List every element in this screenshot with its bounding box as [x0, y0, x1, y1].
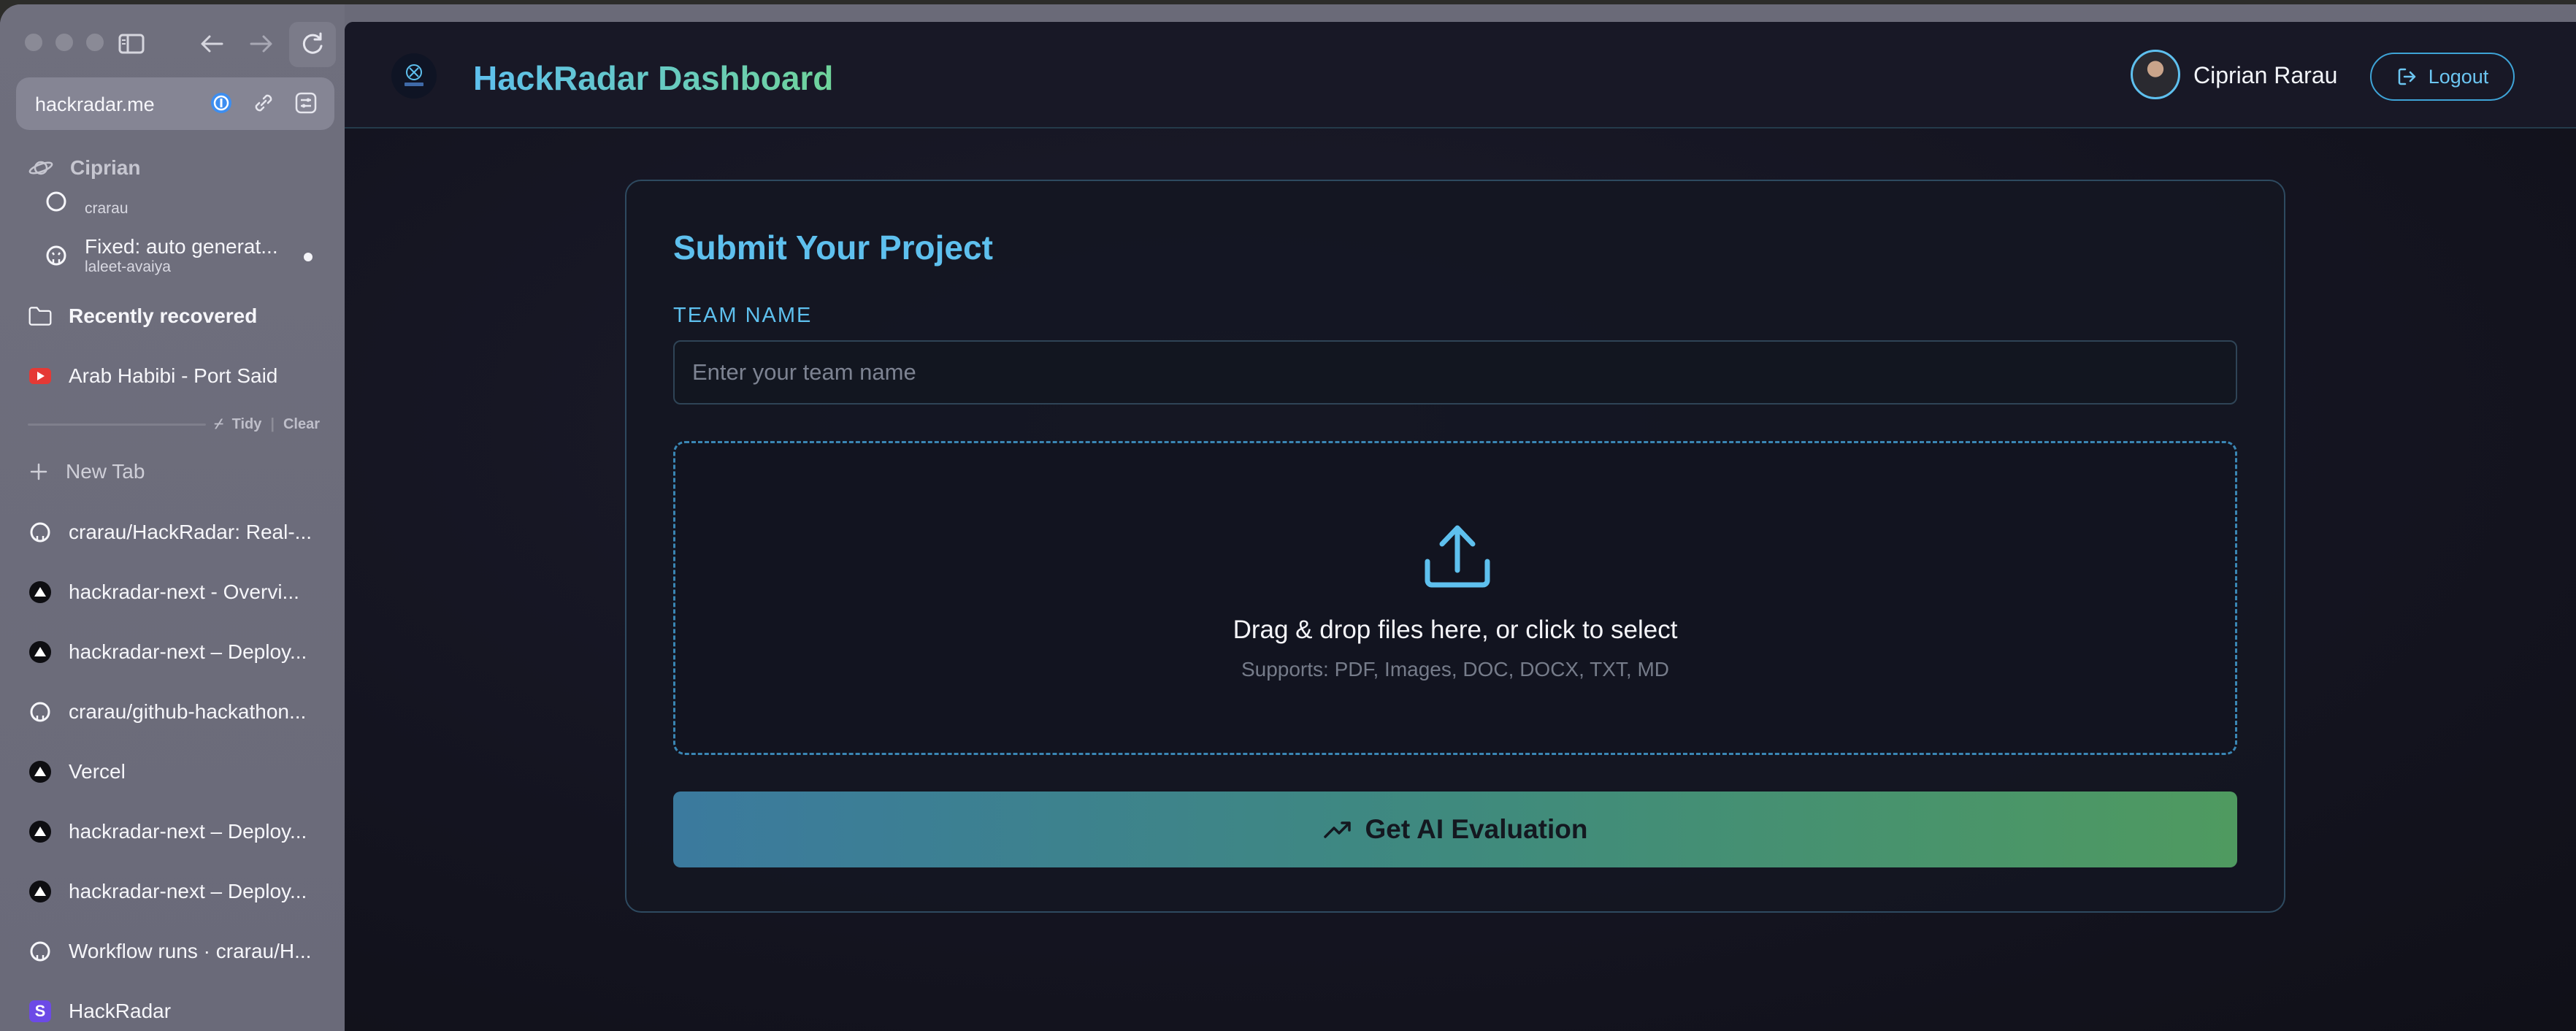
reload-button[interactable]	[289, 22, 336, 67]
vercel-icon	[29, 821, 51, 843]
dropzone-title: Drag & drop files here, or click to sele…	[1233, 616, 1678, 644]
sidebar-tab-title: Fixed: auto generat...	[85, 235, 278, 258]
sidebar-tab[interactable]: S HackRadar	[28, 999, 171, 1024]
logout-label: Logout	[2428, 65, 2489, 88]
back-arrow-icon[interactable]	[199, 34, 225, 54]
sidebar-tab[interactable]: hackradar-next – Deploy...	[28, 640, 307, 664]
planet-icon	[28, 161, 53, 175]
github-icon	[28, 700, 53, 724]
sidebar-tab-title: crarau/HackRadar: Real-...	[69, 521, 313, 543]
logout-button[interactable]: Logout	[2370, 53, 2515, 101]
github-icon	[44, 243, 69, 268]
sidebar-tab[interactable]: Fixed: auto generat... laleet-avaiya	[28, 235, 278, 276]
github-icon	[44, 189, 69, 214]
sidebar-tab-title: hackradar-next - Overvi...	[69, 580, 299, 603]
address-bar-url[interactable]: hackradar.me	[35, 93, 155, 116]
sidebar-tab[interactable]: hackradar-next – Deploy...	[28, 819, 307, 844]
unread-indicator	[304, 253, 313, 261]
space-name: Ciprian	[70, 156, 141, 179]
reload-icon	[302, 32, 323, 54]
tidy-button[interactable]: Tidy	[232, 416, 262, 433]
upload-icon	[1425, 525, 1490, 588]
sidebar-tab-title: Arab Habibi - Port Said	[69, 364, 278, 387]
trending-up-icon	[1323, 821, 1351, 838]
vercel-icon	[29, 581, 51, 603]
maximize-window-button[interactable]	[86, 34, 104, 51]
new-tab-label: New Tab	[66, 460, 145, 483]
github-icon	[28, 939, 53, 964]
plus-icon	[30, 463, 47, 480]
user-name: Ciprian Rarau	[2193, 62, 2338, 88]
sidebar-tab[interactable]: Vercel	[28, 759, 126, 784]
submit-project-card: Submit Your Project TEAM NAME Drag & dro…	[625, 180, 2285, 913]
sidebar-folder[interactable]: Recently recovered	[28, 304, 257, 329]
sidebar-tab-title: hackradar-next – Deploy...	[69, 820, 307, 843]
address-bar[interactable]: hackradar.me	[16, 77, 334, 130]
sidebar-tab-title: HackRadar	[69, 1000, 172, 1022]
sidebar-toggle-icon[interactable]	[118, 34, 145, 54]
s-icon: S	[29, 1000, 51, 1022]
sidebar-tab-subtitle: crarau	[85, 200, 129, 217]
team-name-label: TEAM NAME	[673, 304, 813, 327]
github-icon	[28, 520, 53, 545]
avatar[interactable]	[2131, 50, 2180, 99]
password-manager-icon[interactable]	[209, 91, 234, 119]
sidebar-tab-title: Vercel	[69, 760, 126, 783]
folder-icon	[28, 304, 53, 329]
youtube-icon	[29, 368, 51, 384]
sidebar-tab-title	[85, 185, 129, 200]
get-ai-evaluation-label: Get AI Evaluation	[1365, 814, 1588, 844]
sidebar-tab-subtitle: laleet-avaiya	[85, 258, 171, 275]
sidebar-tab[interactable]: hackradar-next - Overvi...	[28, 580, 299, 605]
sidebar-tab-title: hackradar-next – Deploy...	[69, 880, 307, 902]
forward-arrow-icon[interactable]	[248, 34, 275, 54]
clear-button[interactable]: Clear	[283, 416, 320, 433]
sidebar-tab[interactable]: hackradar-next – Deploy...	[28, 879, 307, 904]
close-window-button[interactable]	[25, 34, 42, 51]
space-header[interactable]: Ciprian	[28, 156, 140, 180]
new-tab-button[interactable]: New Tab	[29, 460, 145, 483]
sidebar-tab-title: hackradar-next – Deploy...	[69, 640, 307, 663]
browser-window: hackradar.me Ciprian crarau Fixed: auto …	[0, 4, 2576, 1031]
site-controls-icon[interactable]	[294, 91, 318, 119]
link-icon[interactable]	[251, 91, 276, 119]
app-title: HackRadar Dashboard	[473, 59, 834, 97]
get-ai-evaluation-button[interactable]: Get AI Evaluation	[673, 792, 2237, 867]
vercel-icon	[29, 881, 51, 902]
sidebar-tab[interactable]: crarau/HackRadar: Real-...	[28, 520, 312, 545]
web-content: HackRadar Dashboard Ciprian Rarau Logout…	[345, 22, 2576, 1031]
sidebar-tab[interactable]: Workflow runs · crarau/H...	[28, 939, 311, 964]
minimize-window-button[interactable]	[55, 34, 73, 51]
sidebar-tab[interactable]: crarau/github-hackathon...	[28, 700, 306, 724]
app-header: HackRadar Dashboard Ciprian Rarau Logout	[345, 22, 2576, 129]
hackradar-logo	[391, 53, 437, 99]
card-title: Submit Your Project	[673, 229, 993, 267]
vercel-icon	[29, 761, 51, 783]
folder-title: Recently recovered	[69, 304, 258, 327]
broom-icon: ⌿	[214, 415, 223, 432]
file-dropzone[interactable]: Drag & drop files here, or click to sele…	[673, 441, 2237, 755]
logout-icon	[2398, 68, 2415, 85]
team-name-input[interactable]	[673, 340, 2237, 405]
tab-divider: ⌿ Tidy | Clear	[28, 413, 320, 435]
vercel-icon	[29, 641, 51, 663]
sidebar-tab[interactable]: crarau	[28, 185, 129, 218]
window-controls	[25, 34, 104, 51]
dropzone-subtitle: Supports: PDF, Images, DOC, DOCX, TXT, M…	[1241, 658, 1670, 681]
browser-sidebar: hackradar.me Ciprian crarau Fixed: auto …	[0, 4, 345, 1031]
sidebar-tab-title: Workflow runs · crarau/H...	[69, 940, 312, 962]
sidebar-tab[interactable]: Arab Habibi - Port Said	[28, 364, 277, 388]
sidebar-tab-title: crarau/github-hackathon...	[69, 700, 307, 723]
